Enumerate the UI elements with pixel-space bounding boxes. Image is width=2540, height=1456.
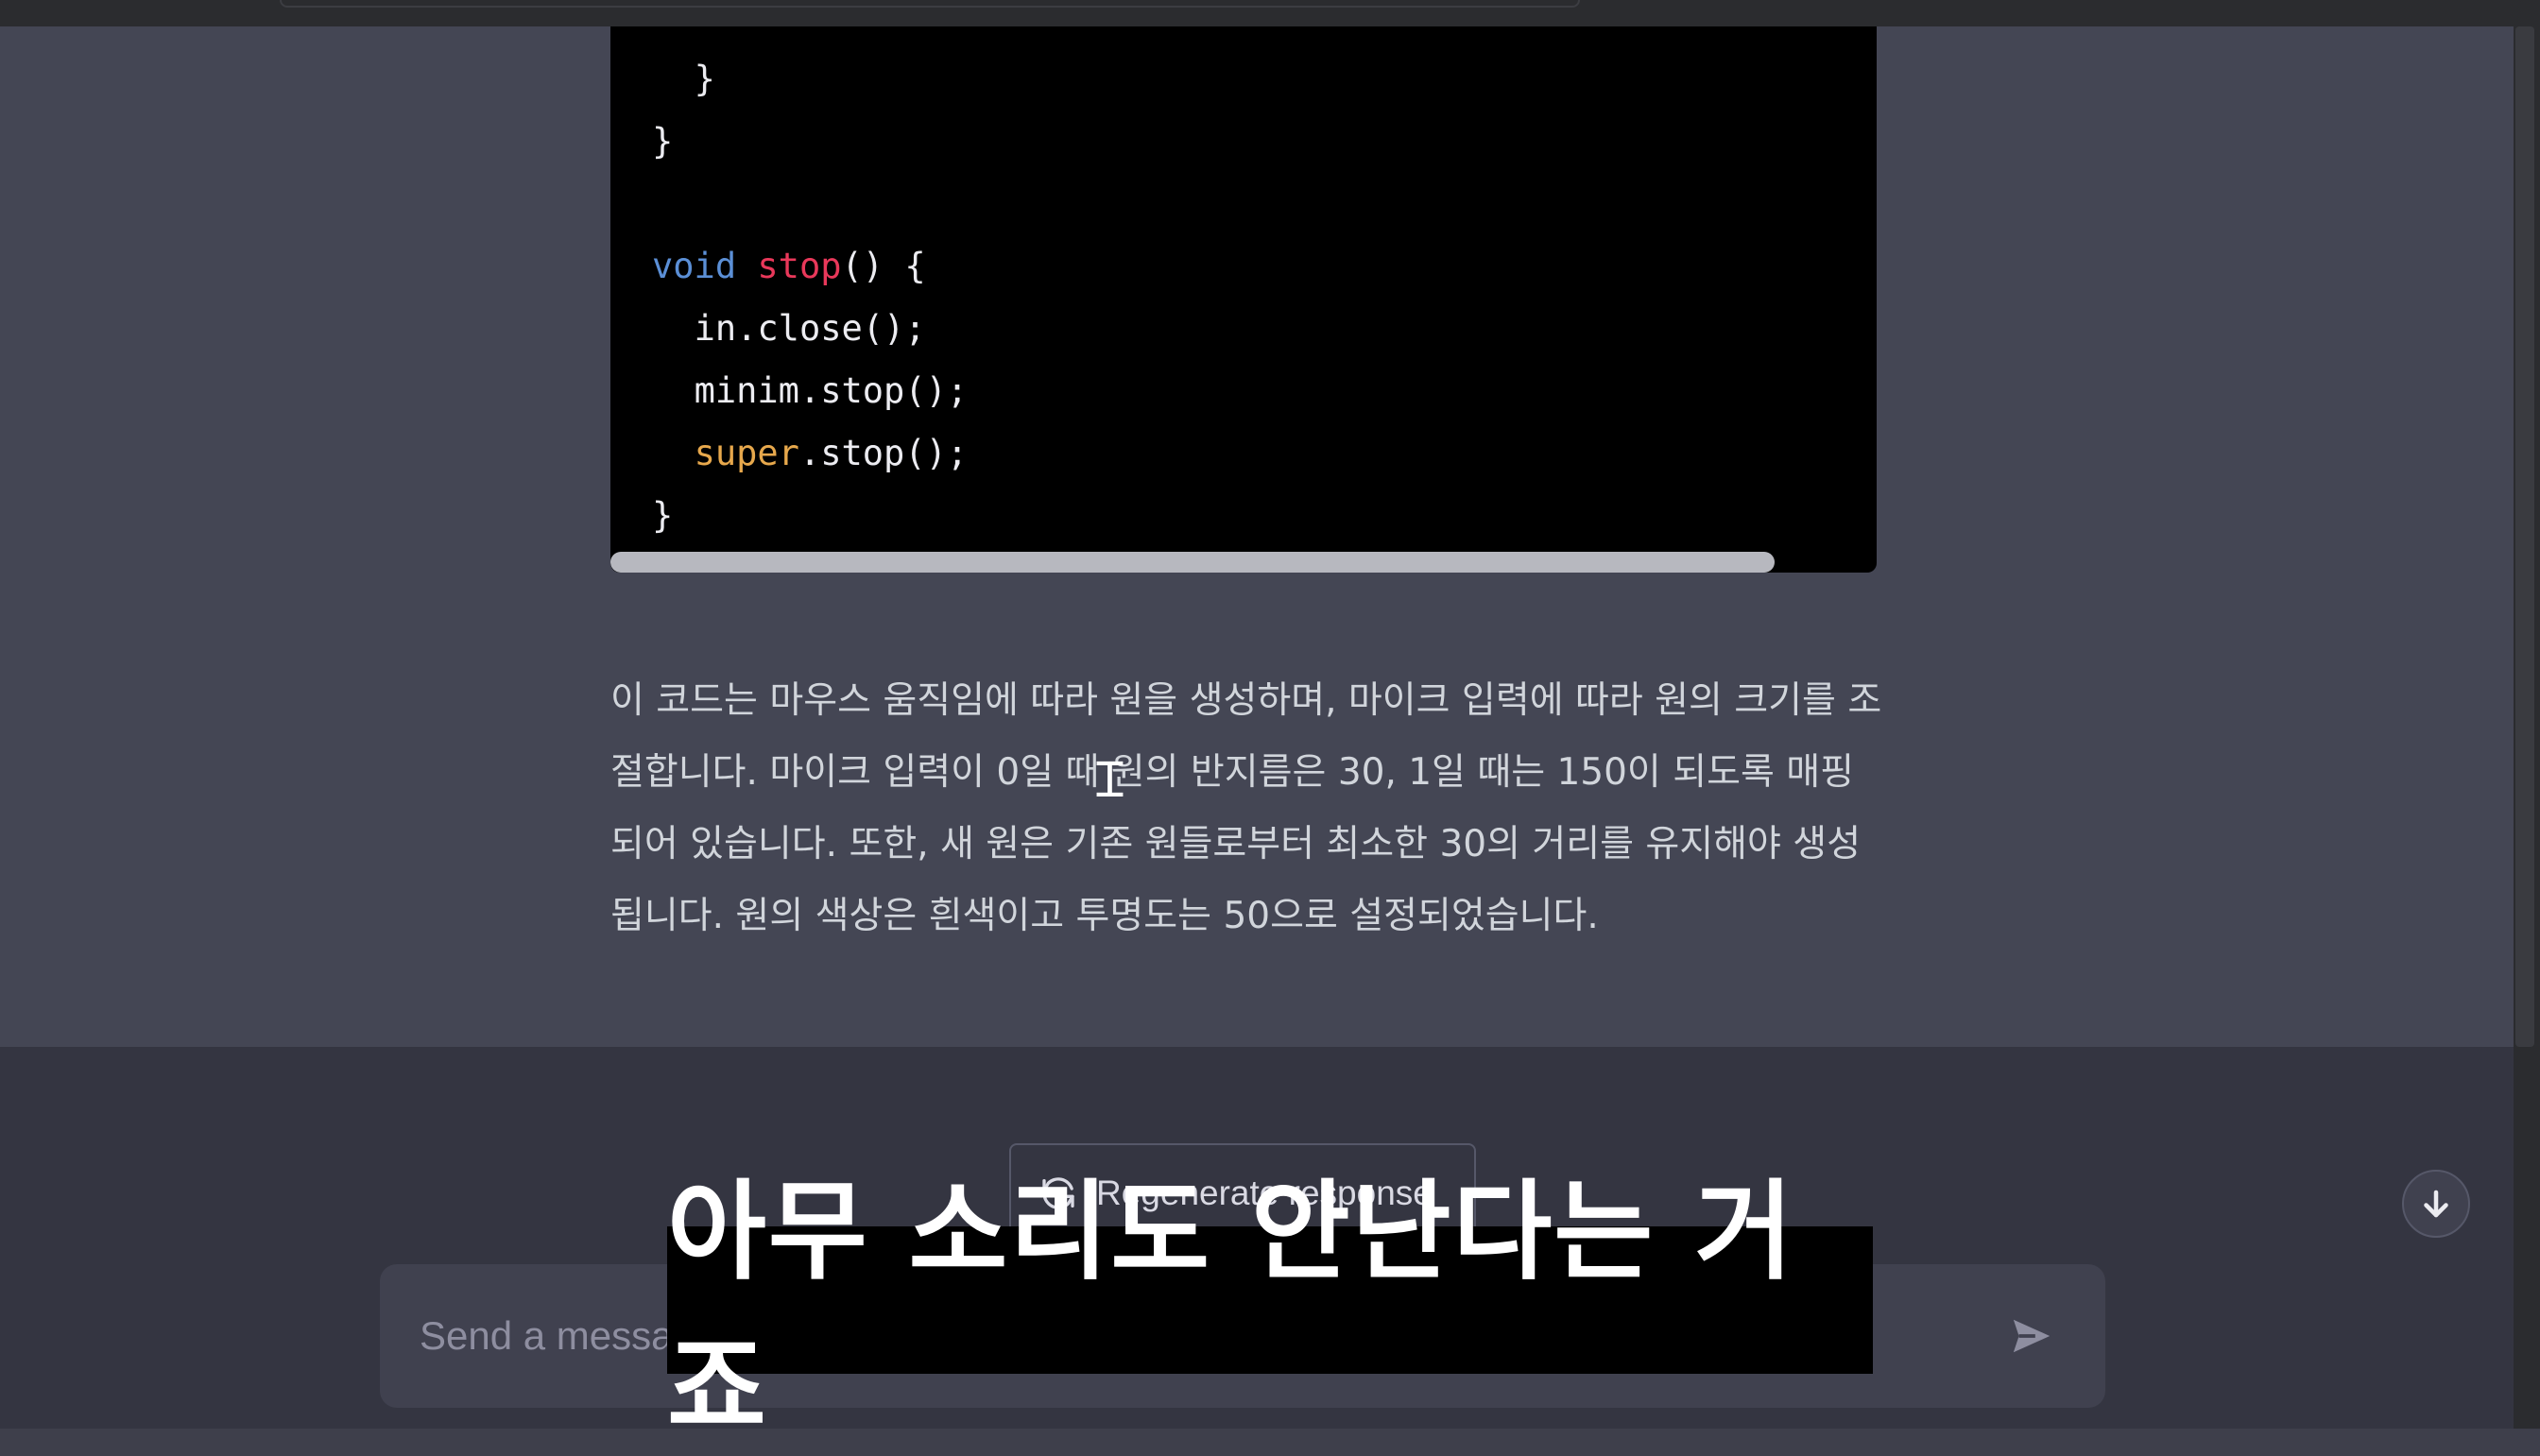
code-token-super: super bbox=[694, 433, 799, 473]
code-token-function: stop bbox=[757, 246, 842, 286]
code-token-text: in.close(); bbox=[694, 308, 926, 349]
scroll-to-bottom-button[interactable] bbox=[2402, 1170, 2470, 1238]
code-token-text: () { bbox=[841, 246, 926, 286]
code-token-keyword: void bbox=[652, 246, 737, 286]
text-cursor-icon: Ɪ bbox=[1096, 752, 1124, 809]
paper-plane-icon bbox=[2013, 1319, 2051, 1353]
assistant-explanation-text: 이 코드는 마우스 움직임에 따라 원을 생성하며, 마이크 입력에 따라 원의… bbox=[610, 679, 1882, 937]
code-block: }} void stop() { in.close(); minim.stop()… bbox=[610, 26, 1877, 573]
send-button[interactable] bbox=[1998, 1302, 2066, 1370]
code-token-text: minim.stop(); bbox=[694, 370, 969, 411]
code-horizontal-scrollbar[interactable] bbox=[610, 552, 1775, 573]
code-line: minim.stop(); bbox=[652, 363, 969, 420]
arrow-down-icon bbox=[2424, 1190, 2448, 1218]
code-line: } bbox=[652, 113, 673, 170]
code-line: super.stop(); bbox=[652, 425, 969, 482]
code-token-text: } bbox=[652, 495, 674, 536]
code-line: void stop() { bbox=[652, 238, 926, 295]
video-subtitle-caption: 아무 소리도 안난다는 거죠 bbox=[667, 1169, 1873, 1450]
code-token-text: .stop(); bbox=[798, 433, 969, 473]
code-token-text: } bbox=[694, 59, 715, 99]
browser-top-bar bbox=[0, 0, 2540, 26]
code-line: } bbox=[652, 488, 673, 544]
code-line: } bbox=[652, 51, 715, 108]
page-scrollbar-thumb[interactable] bbox=[2515, 26, 2534, 1047]
code-token-text: } bbox=[652, 121, 674, 162]
address-bar[interactable] bbox=[280, 0, 1580, 8]
code-line: in.close(); bbox=[652, 300, 926, 357]
